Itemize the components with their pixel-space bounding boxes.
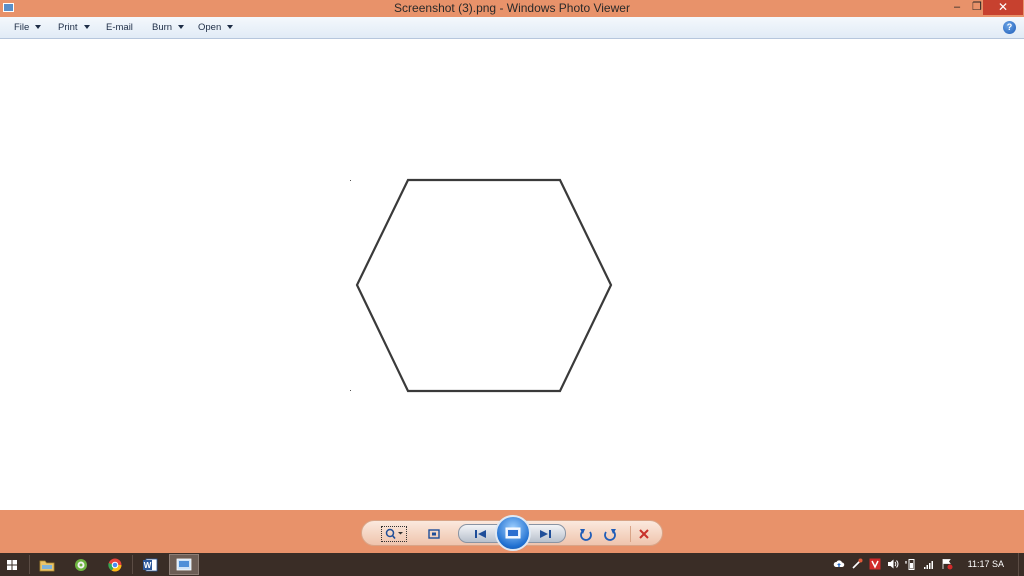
action-center-flag-icon[interactable] [941,558,953,570]
svg-text:W: W [144,561,152,570]
chevron-down-icon [35,25,42,29]
menu-burn[interactable]: Burn [152,17,185,38]
taskbar-clock[interactable]: 11:17 SA [968,553,1004,576]
chevron-down-icon [83,25,90,29]
signal-icon[interactable] [923,558,935,570]
menu-open[interactable]: Open [198,17,234,38]
previous-button[interactable] [467,525,495,542]
delete-icon [639,529,649,539]
taskbar-divider [29,555,30,574]
zoom-icon [385,528,403,540]
rotate-clockwise-icon [604,529,616,541]
menu-print[interactable]: Print [58,17,90,38]
slideshow-icon [505,527,521,539]
taskbar-file-explorer[interactable] [32,554,62,575]
taskbar-media-app[interactable] [66,554,96,575]
menu-open-label: Open [198,22,222,33]
taskbar-photo-viewer[interactable] [169,554,199,575]
chevron-down-icon [178,25,185,29]
playback-control-bar [0,510,1024,553]
minimize-button[interactable]: – [946,0,968,15]
separator [630,526,631,542]
delete-button[interactable] [634,521,654,547]
image-canvas[interactable] [0,39,1024,510]
menu-file-label: File [14,22,30,33]
previous-icon [475,529,486,538]
slideshow-button[interactable] [495,515,531,551]
word-icon: W [143,558,158,571]
taskbar-chrome[interactable] [100,554,130,575]
menu-email-label: E-mail [106,22,133,33]
menu-burn-label: Burn [152,22,173,33]
network-tool-icon[interactable] [851,558,863,570]
window-title: Screenshot (3).png - Windows Photo Viewe… [394,1,630,15]
antivirus-icon[interactable] [869,558,881,570]
menu-email[interactable]: E-mail [106,17,133,38]
chrome-icon [108,558,122,571]
title-bar: Screenshot (3).png - Windows Photo Viewe… [0,0,1024,17]
photo-viewer-icon [176,558,192,571]
actual-size-button[interactable] [424,521,444,547]
next-button[interactable] [531,525,559,542]
taskbar-word[interactable]: W [135,554,165,575]
chevron-down-icon [227,25,234,29]
hexagon-shape [355,178,613,393]
menu-bar: File Print E-mail Burn Open ? [0,17,1024,39]
next-icon [540,529,551,538]
menu-print-label: Print [58,22,78,33]
rotate-counterclockwise-icon [580,529,592,541]
folder-icon [39,560,55,571]
cloud-upload-icon[interactable] [833,558,845,570]
media-app-icon [75,558,87,571]
controls-pill [361,515,663,551]
actual-size-icon [428,529,440,539]
taskbar-divider [132,555,133,574]
zoom-button[interactable] [380,521,408,547]
close-button[interactable]: ✕ [983,0,1023,15]
start-icon[interactable] [4,557,20,573]
displayed-image [350,178,613,393]
show-desktop-button[interactable] [1018,553,1024,576]
rotate-clockwise-button[interactable] [600,521,620,547]
volume-icon[interactable] [887,558,899,570]
rotate-counterclockwise-button[interactable] [576,521,596,547]
battery-icon[interactable] [905,558,917,570]
help-icon[interactable]: ? [1003,21,1016,34]
menu-file[interactable]: File [14,17,42,38]
taskbar: W 11:17 SA [0,553,1024,576]
